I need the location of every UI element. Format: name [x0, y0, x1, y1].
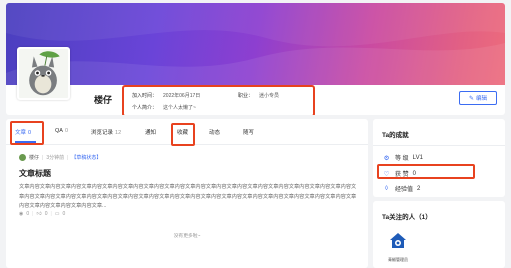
- job-label: 职业：: [238, 93, 254, 99]
- tab-notifications[interactable]: 通知: [145, 128, 156, 136]
- meta-divider: |: [42, 154, 44, 161]
- tab-label: 动态: [209, 130, 221, 136]
- tab-label: QA: [55, 128, 63, 134]
- article-summary[interactable]: 文章内容文章内容文章内容文章内容文章内容文章内容文章内容文章内容文章内容文章内容…: [19, 183, 359, 211]
- tab-label: 浏览记录: [91, 130, 114, 136]
- meta-divider: |: [67, 154, 69, 161]
- tab-qa[interactable]: QA 0: [55, 128, 68, 134]
- author-avatar[interactable]: [19, 154, 26, 161]
- following-card: Ta关注的人（1） 青椒管理员: [373, 201, 505, 268]
- level-icon: ⚙: [383, 154, 390, 162]
- tab-notes[interactable]: 随写: [243, 128, 254, 136]
- article-meta: 楼仔 | 3分钟前 | 【草稿状态】: [19, 154, 101, 161]
- following-item[interactable]: 青椒管理员: [383, 232, 413, 263]
- comments-count: 0: [62, 211, 66, 217]
- tab-activity[interactable]: 动态: [209, 128, 220, 136]
- exp-value: 2: [417, 185, 421, 192]
- tab-label: 通知: [145, 130, 157, 136]
- stats-divider: |: [50, 211, 52, 217]
- tab-history[interactable]: 浏览记录 12: [91, 128, 121, 136]
- job-row: 职业： 迷小专员: [238, 92, 279, 99]
- level-row: ⚙ 等 级 LV1: [382, 153, 423, 163]
- level-value: LV1: [412, 154, 423, 161]
- following-name: 青椒管理员: [388, 257, 408, 262]
- divider: [373, 145, 505, 146]
- highlight-articles-tab: [10, 121, 44, 145]
- comment-icon[interactable]: ▭: [55, 211, 60, 217]
- username: 楼仔: [94, 95, 113, 105]
- exp-row: ◊ 经验值 2: [382, 184, 420, 193]
- article-title[interactable]: 文章标题: [19, 168, 51, 179]
- highlight-praise-row: [377, 164, 475, 179]
- profile-header: 楼仔 加入时间： 2022年06月17日 职业： 迷小专员 个人简介： 这个人太懒了~…: [6, 3, 505, 115]
- achievements-title: Ta的成就: [382, 132, 409, 139]
- edit-profile-button[interactable]: ✎ 编辑: [459, 91, 497, 105]
- highlight-favorites-tab: [171, 123, 195, 146]
- house-logo-icon: [390, 233, 406, 248]
- article-stats: ◉ 0 | 👍︎ 0 | ▭ 0: [19, 211, 65, 217]
- join-date-label: 加入时间：: [132, 93, 158, 99]
- join-date-value: 2022年06月17日: [163, 93, 201, 99]
- views-icon: ◉: [19, 211, 24, 217]
- edit-profile-label: 编辑: [476, 96, 488, 102]
- profile-banner: [6, 3, 505, 85]
- bio-value: 这个人太懒了~: [163, 105, 196, 111]
- drop-icon: ◊: [384, 185, 389, 192]
- article-status-tag: 【草稿状态】: [71, 155, 102, 161]
- stats-divider: |: [32, 211, 34, 217]
- article-author[interactable]: 楼仔: [29, 154, 39, 161]
- like-icon[interactable]: 👍︎: [36, 211, 41, 217]
- following-title: Ta关注的人（1）: [382, 214, 432, 221]
- article-time: 3分钟前: [46, 155, 65, 161]
- bio-row: 个人简介： 这个人太懒了~: [132, 104, 196, 111]
- exp-label: 经验值: [395, 187, 414, 193]
- tab-label: 随写: [243, 130, 255, 136]
- likes-count: 0: [44, 211, 48, 217]
- totoro-avatar-icon: [19, 49, 68, 98]
- join-date-row: 加入时间： 2022年06月17日: [132, 92, 200, 99]
- avatar[interactable]: [17, 47, 70, 100]
- tab-count: 0: [64, 128, 69, 134]
- main-content: 文章 0 QA 0 浏览记录 12 通知 收藏 动态 随写 楼仔 | 3分钟前 | 【…: [6, 119, 368, 268]
- level-label: 等 级: [395, 156, 409, 162]
- edit-icon: ✎: [468, 95, 474, 102]
- views-count: 0: [26, 211, 30, 217]
- no-more-text: 没有更多啦~: [173, 234, 201, 239]
- tab-count: 12: [115, 130, 122, 136]
- achievements-card: Ta的成就 ⚙ 等 级 LV1 ♡ 获 赞 0 ◊ 经验值 2: [373, 119, 505, 197]
- job-value: 迷小专员: [259, 93, 280, 99]
- profile-info-box: 加入时间： 2022年06月17日 职业： 迷小专员 个人简介： 这个人太懒了~: [122, 85, 315, 115]
- banner-wave-decoration: [6, 3, 505, 85]
- bio-label: 个人简介：: [132, 105, 158, 111]
